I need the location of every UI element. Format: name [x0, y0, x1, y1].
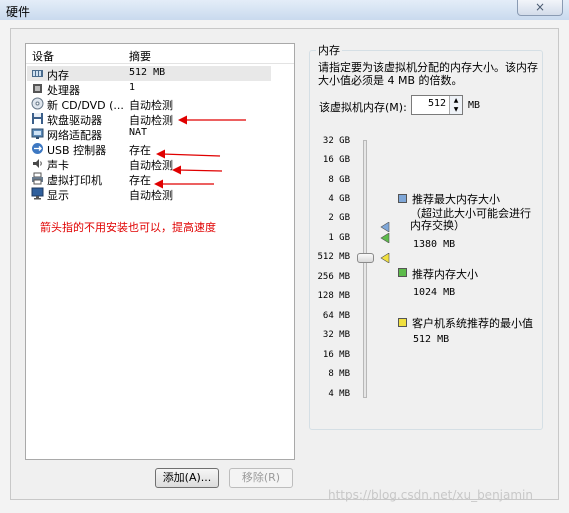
network-icon	[31, 128, 44, 139]
list-item-memory[interactable]: 内存 512 MB	[27, 66, 271, 82]
annotation-arrow-printer	[154, 179, 214, 189]
add-button[interactable]: 添加(A)...	[155, 468, 219, 488]
floppy-icon	[32, 113, 43, 124]
list-item-display[interactable]: 显示 自动检测	[27, 186, 271, 202]
list-item-value: NAT	[129, 127, 148, 138]
memory-spinbox[interactable]: 512 ▲ ▼	[411, 95, 463, 115]
scale-tick-label: 4 GB	[328, 194, 350, 204]
scale-tick-label: 64 MB	[322, 311, 350, 321]
scale-tick-label: 8 GB	[328, 175, 350, 185]
scale-tick-label: 2 GB	[328, 213, 350, 223]
column-header-summary[interactable]: 摘要	[129, 48, 151, 64]
printer-icon	[32, 172, 43, 185]
legend-minimum-value: 512 MB	[413, 334, 450, 345]
memory-slider-track[interactable]	[363, 140, 367, 398]
column-header-device[interactable]: 设备	[32, 48, 54, 64]
legend-recommended-swatch	[398, 268, 407, 277]
scale-tick-label: 32 GB	[322, 136, 350, 146]
annotation-arrow-usb	[156, 149, 221, 159]
sound-icon	[33, 159, 42, 168]
scale-tick-label: 512 MB	[317, 252, 350, 262]
memory-unit: MB	[468, 100, 481, 111]
legend-max-swatch	[398, 194, 407, 203]
list-item-label: 显示	[47, 189, 69, 202]
list-item-value: 512 MB	[129, 67, 166, 78]
spin-up-icon[interactable]: ▲	[449, 96, 462, 105]
memory-description: 请指定要为该虚拟机分配的内存大小。该内存大小值必须是 4 MB 的倍数。	[318, 61, 538, 87]
memory-field-label: 该虚拟机内存(M):	[319, 101, 407, 114]
legend-recommended-value: 1024 MB	[413, 287, 456, 298]
scale-tick-label: 4 MB	[328, 389, 350, 399]
list-item-usb[interactable]: USB 控制器 存在	[27, 141, 271, 157]
list-item-cd[interactable]: 新 CD/DVD (... 自动检测	[27, 96, 271, 112]
spin-down-icon[interactable]: ▼	[449, 105, 462, 114]
legend-minimum-swatch	[398, 318, 407, 327]
close-button[interactable]: ×	[517, 0, 563, 16]
device-list[interactable]: 设备 摘要 内存 512 MB 处理器 1 新 CD/DVD (... 自动检测…	[25, 43, 295, 460]
scale-tick-label: 128 MB	[317, 291, 350, 301]
annotation-note: 箭头指的不用安装也可以，提高速度	[40, 221, 216, 234]
legend-max-value: 1380 MB	[413, 239, 456, 250]
scale-tick-label: 16 MB	[322, 350, 350, 360]
annotation-arrow-sound	[172, 165, 223, 175]
scale-tick-label: 16 GB	[322, 155, 350, 165]
scale-tick-label: 32 MB	[322, 330, 350, 340]
legend-recommended-label: 推荐内存大小	[412, 268, 478, 281]
cd-icon	[31, 97, 44, 110]
legend-max-label: 推荐最大内存大小	[412, 193, 500, 206]
max-recommended-marker	[380, 222, 390, 232]
scale-tick-label: 8 MB	[328, 369, 350, 379]
memory-icon	[32, 70, 43, 77]
scale-tick-label: 256 MB	[317, 272, 350, 282]
minimum-marker	[380, 253, 390, 263]
list-header: 设备 摘要	[26, 44, 294, 64]
display-icon	[31, 187, 44, 200]
list-item-value: 1	[129, 82, 136, 93]
legend-minimum-label: 客户机系统推荐的最小值	[412, 317, 533, 330]
usb-icon	[32, 143, 43, 154]
remove-button[interactable]: 移除(R)	[229, 468, 293, 488]
close-icon: ×	[534, 0, 546, 14]
list-item-printer[interactable]: 虚拟打印机 存在	[27, 171, 271, 187]
scale-tick-label: 1 GB	[328, 233, 350, 243]
list-item-cpu[interactable]: 处理器 1	[27, 81, 271, 97]
memory-value[interactable]: 512	[428, 98, 446, 109]
annotation-arrow-floppy	[178, 115, 246, 125]
list-item-sound[interactable]: 声卡 自动检测	[27, 156, 271, 172]
hardware-dialog: 硬件 × 设备 摘要 内存 512 MB 处理器 1 新 CD/DVD (...…	[0, 0, 569, 513]
memory-slider-thumb[interactable]	[357, 253, 374, 263]
title-bar: 硬件 ×	[0, 0, 569, 20]
recommended-marker	[380, 233, 390, 243]
watermark: https://blog.csdn.net/xu_benjamin	[328, 488, 533, 502]
memory-group-title: 内存	[316, 42, 342, 58]
legend-max-note: （超过此大小可能会进行内存交换）	[410, 207, 531, 232]
cpu-icon	[33, 84, 42, 93]
list-item-network[interactable]: 网络适配器 NAT	[27, 126, 271, 142]
window-title: 硬件	[6, 5, 31, 19]
